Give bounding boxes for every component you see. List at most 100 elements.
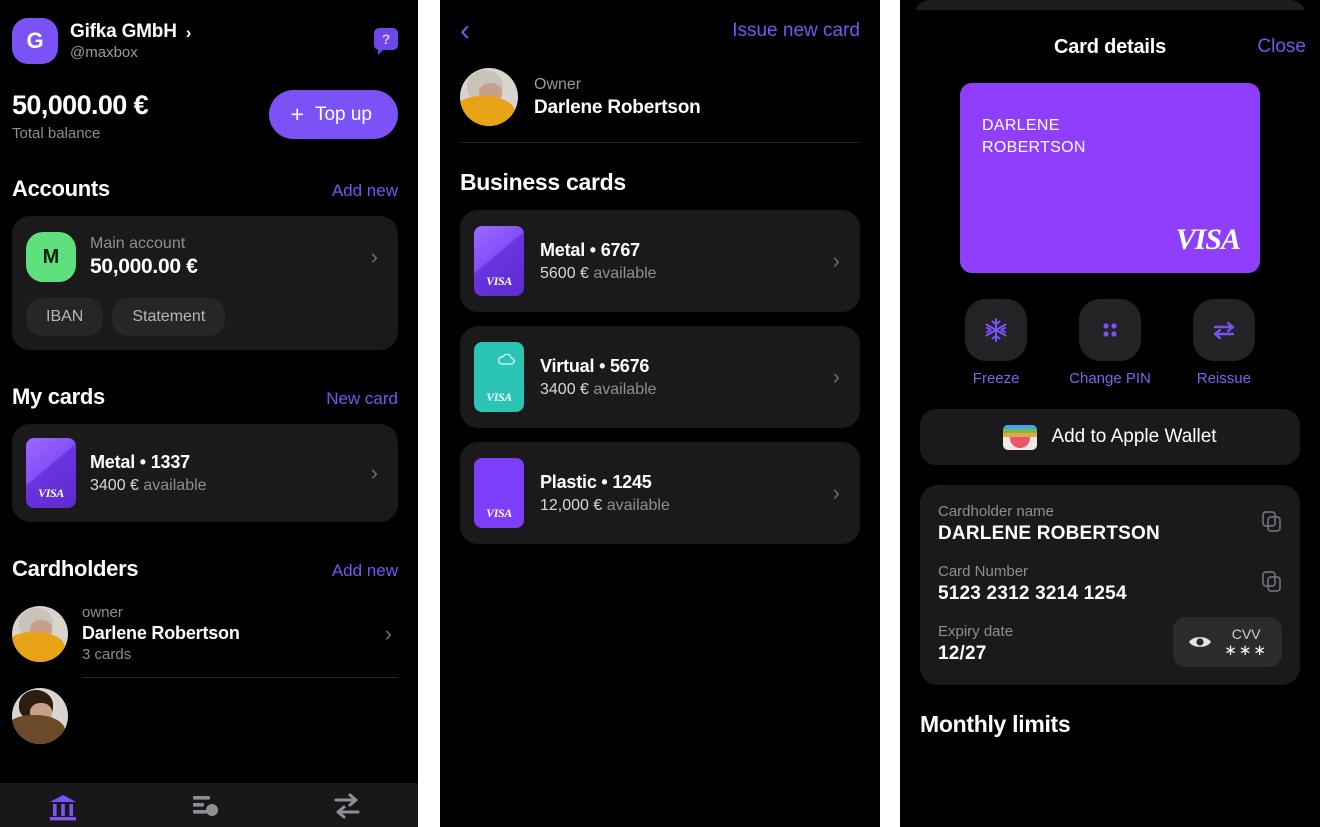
tab-transfers[interactable] [330, 791, 364, 821]
owner-name: Darlene Robertson [534, 96, 701, 118]
copy-icon[interactable] [1262, 511, 1282, 533]
cvv-text-group: CVV ∗∗∗ [1224, 626, 1268, 658]
card-number-field: Card Number 5123 2312 3214 1254 [938, 563, 1282, 605]
chevron-right-icon: › [832, 364, 840, 389]
back-icon[interactable]: ‹ [460, 16, 470, 46]
wallet-arc [1010, 436, 1031, 448]
iban-button[interactable]: IBAN [26, 298, 104, 336]
cloud-icon [497, 353, 515, 365]
my-cards-section-header: My cards New card [0, 350, 418, 424]
top-up-label: Top up [314, 103, 372, 125]
card-text-group: Metal • 6767 5600 € available [540, 240, 817, 283]
my-card-item[interactable]: VISA Metal • 1337 3400 € available › [12, 424, 398, 522]
swap-arrows-icon [1213, 321, 1235, 340]
copy-icon[interactable] [1262, 571, 1282, 593]
card-text-group: Plastic • 1245 12,000 € available [540, 472, 817, 515]
snowflake-icon [985, 318, 1007, 342]
company-name: Gifka GMbH [70, 21, 177, 42]
freeze-icon-wrap [965, 299, 1028, 361]
top-up-button[interactable]: + Top up [268, 90, 398, 139]
business-cards-panel: ‹ Issue new card Owner Darlene Robertson… [440, 0, 880, 827]
card-available-amount: 3400 € [540, 380, 589, 398]
accounts-title: Accounts [12, 176, 110, 201]
four-dots-icon [1103, 323, 1117, 337]
card-available: 3400 € available [540, 381, 817, 399]
cardholder-item[interactable]: owner Darlene Robertson 3 cards › [12, 596, 398, 677]
cvv-label: CVV [1231, 626, 1261, 642]
company-avatar[interactable]: G [12, 18, 58, 64]
tab-cards[interactable] [188, 791, 222, 821]
total-balance-label: Total balance [12, 125, 101, 142]
new-card-link[interactable]: New card [326, 389, 398, 409]
cvv-reveal-button[interactable]: CVV ∗∗∗ [1173, 617, 1282, 667]
card-holder-name: DARLENE ROBERTSON [982, 115, 1086, 158]
owner-row[interactable]: Owner Darlene Robertson [440, 46, 880, 126]
card-available: 5600 € available [540, 265, 817, 283]
reissue-button[interactable]: Reissue [1192, 299, 1255, 387]
card-available-amount: 12,000 € [540, 496, 603, 514]
add-to-apple-wallet-button[interactable]: Add to Apple Wallet [920, 409, 1300, 465]
main-account-card[interactable]: M Main account 50,000.00 € › IBAN Statem… [12, 216, 398, 350]
company-handle: @maxbox [70, 44, 138, 61]
company-name-row[interactable]: Gifka GMbH › [70, 21, 191, 43]
home-screen-panel: G Gifka GMbH › @maxbox ? 50,000.00 € Tot… [0, 0, 418, 827]
plus-icon: + [290, 101, 304, 127]
close-button[interactable]: Close [1257, 36, 1306, 58]
wallet-stripe-orange [1003, 432, 1038, 437]
cardholder-role: owner [82, 604, 123, 621]
cardholder-card-count: 3 cards [82, 646, 132, 663]
cardholders-add-new-link[interactable]: Add new [332, 561, 398, 581]
accounts-section-header: Accounts Add new [0, 142, 418, 216]
card-available: 3400 € available [90, 477, 357, 495]
cardholders-title: Cardholders [12, 556, 139, 581]
chevron-right-icon: › [370, 460, 378, 485]
cards-list-header: ‹ Issue new card [440, 0, 880, 46]
reissue-label: Reissue [1196, 370, 1251, 387]
business-card-item[interactable]: VISA Virtual • 5676 3400 € available › [460, 326, 860, 428]
tab-home[interactable] [46, 791, 80, 821]
chevron-right-icon: › [832, 480, 840, 505]
cardholder-name: Darlene Robertson [82, 623, 240, 643]
card-title: Virtual • 5676 [540, 355, 650, 376]
main-account-row[interactable]: M Main account 50,000.00 € › [26, 232, 384, 282]
owner-text-group: Owner Darlene Robertson [534, 76, 701, 119]
freeze-label: Freeze [972, 370, 1020, 387]
avatar-body [460, 95, 515, 126]
avatar-body [12, 632, 65, 662]
chevron-right-icon: › [384, 620, 392, 646]
business-card-item[interactable]: VISA Plastic • 1245 12,000 € available › [460, 442, 860, 544]
bottom-tab-bar[interactable] [0, 783, 418, 827]
statement-button[interactable]: Statement [112, 298, 226, 336]
chevron-right-icon: › [370, 244, 378, 269]
accounts-add-new-link[interactable]: Add new [332, 181, 398, 201]
visa-logo: VISA [486, 390, 512, 404]
apple-wallet-icon [1003, 424, 1038, 450]
card-visual[interactable]: DARLENE ROBERTSON VISA [960, 83, 1260, 273]
account-badge: M [26, 232, 76, 282]
monthly-limits-title: Monthly limits [920, 711, 1071, 737]
card-holder-line2: ROBERTSON [982, 138, 1086, 156]
expiry-date-field: Expiry date 12/27 CVV ∗∗∗ [938, 617, 1282, 667]
change-pin-icon-wrap [1079, 299, 1141, 361]
help-icon[interactable]: ? [374, 28, 398, 55]
cardholder-item-partial[interactable] [12, 678, 398, 758]
visa-logo: VISA [486, 274, 512, 288]
card-title: Metal • 6767 [540, 239, 640, 260]
cardholder-name-label: Cardholder name [938, 503, 1054, 520]
chevron-right-icon: › [832, 248, 840, 273]
avatar [12, 605, 68, 662]
avatar [12, 688, 68, 744]
cardholder-name-field: Cardholder name DARLENE ROBERTSON [938, 503, 1282, 545]
page-title: Card details [1053, 36, 1167, 58]
profile-header[interactable]: G Gifka GMbH › @maxbox ? [0, 0, 418, 64]
avatar [460, 68, 518, 126]
card-thumbnail: VISA [474, 226, 524, 296]
issue-new-card-link[interactable]: Issue new card [732, 20, 860, 42]
change-pin-button[interactable]: Change PIN [1069, 299, 1151, 387]
reissue-icon-wrap [1192, 299, 1255, 361]
account-amount: 50,000.00 € [90, 255, 198, 278]
card-text-group: Virtual • 5676 3400 € available [540, 356, 817, 399]
change-pin-label: Change PIN [1069, 370, 1151, 387]
business-card-item[interactable]: VISA Metal • 6767 5600 € available › [460, 210, 860, 312]
freeze-button[interactable]: Freeze [965, 299, 1028, 387]
